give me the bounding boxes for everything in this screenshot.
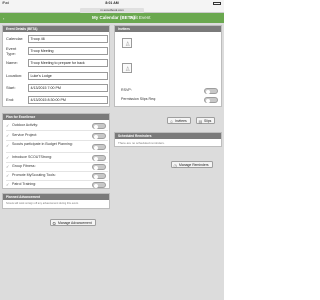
invitees-button-label: Invitees <box>175 119 187 123</box>
field-label: Event Type: <box>6 46 17 56</box>
planned-advancement-panel: Planned Advancement Scouts will work on/… <box>2 193 110 209</box>
group-fitness-toggle[interactable] <box>92 164 106 170</box>
manage-reminders-button[interactable]: ◷ Manage Reminders <box>171 161 213 168</box>
person-icon: ♙ <box>125 66 131 73</box>
scheduled-reminders-panel: Scheduled Reminders There are no schedul… <box>114 132 222 147</box>
main-content: Event Details (BETA) Calendar: Troop 46 … <box>0 23 224 300</box>
manage-advancement-label: Manage Advancement <box>58 221 92 225</box>
check-icon: ✓ <box>6 164 10 169</box>
event-details-panel: Event Details (BETA) Calendar: Troop 46 … <box>2 25 110 107</box>
myscouting-tools-toggle[interactable] <box>92 173 106 179</box>
event-type-input[interactable]: Troop Meeting <box>28 47 108 55</box>
permission-slips-toggle[interactable] <box>204 97 218 103</box>
reminders-header: Scheduled Reminders <box>115 133 221 139</box>
check-icon: ✓ <box>6 155 10 160</box>
scoutstrong-toggle[interactable] <box>92 155 106 161</box>
invitees-header: Invitees <box>115 26 221 32</box>
name-input[interactable]: Troop Meeting to prepare for back <box>28 59 108 67</box>
end-input[interactable]: 4/13/2015 8:30:00 PM <box>28 96 108 104</box>
invitees-button[interactable]: ☺ Invitees <box>167 117 191 124</box>
plan-item-outdoor-activity: ✓ Outdoor Activity: <box>6 121 108 131</box>
field-label: Start: <box>6 85 16 90</box>
app-header: ‹ My Calendar (BETA) Edit Event <box>0 13 224 23</box>
invitees-panel: Invitees ♙ ♙ RSVP: Permission Slips Req: <box>114 25 222 107</box>
battery-icon <box>213 2 221 5</box>
calendar-input[interactable]: Troop 46 <box>28 35 108 43</box>
field-label: Name: <box>6 60 18 65</box>
person-icon: ♙ <box>125 41 131 48</box>
permission-slips-label: Permission Slips Req: <box>121 97 157 101</box>
manage-advancement-button[interactable]: ✪ Manage Advancement <box>50 219 96 226</box>
plan-item-label: Scouts participate in Budget Planning: <box>12 142 73 146</box>
clock-icon: ◷ <box>173 162 178 168</box>
start-input[interactable]: 4/13/2015 7:00 PM <box>28 84 108 92</box>
plan-item-label: Patrol Training: <box>12 182 37 186</box>
plan-item-label: Outdoor Activity: <box>12 123 39 127</box>
rsvp-label: RSVP: <box>121 88 132 92</box>
outdoor-activity-toggle[interactable] <box>92 123 106 129</box>
calendar-title[interactable]: My Calendar (BETA) <box>92 14 135 22</box>
plan-item-budget-planning: ✓ Scouts participate in Budget Planning: <box>6 141 108 153</box>
rsvp-toggle[interactable] <box>204 88 218 94</box>
permission-slips-row: Permission Slips Req: <box>118 95 220 105</box>
slips-button-label: Slips <box>204 119 212 123</box>
clock-label: 8:01 AM <box>105 1 119 5</box>
plan-item-patrol-training: ✓ Patrol Training: <box>6 180 108 190</box>
plan-item-label: Promote MyScouting Tools: <box>12 173 56 177</box>
field-label: Location: <box>6 73 23 78</box>
advancement-empty-text: Scouts will work on/sign off any advance… <box>6 201 79 205</box>
check-icon: ✓ <box>6 182 10 187</box>
status-bar: iPad 8:01 AM <box>0 0 224 7</box>
budget-planning-toggle[interactable] <box>92 144 106 150</box>
manage-reminders-label: Manage Reminders <box>179 163 209 167</box>
patrol-training-toggle[interactable] <box>92 182 106 188</box>
field-label: End: <box>6 97 15 102</box>
check-icon: ✓ <box>6 123 10 128</box>
check-icon: ✓ <box>6 173 10 178</box>
page-title: Edit Event <box>130 15 151 20</box>
plan-header: Plan for Excellence <box>3 114 109 120</box>
invitee-avatar: ♙ <box>122 38 132 48</box>
invitee-avatar: ♙ <box>122 63 132 73</box>
location-input[interactable]: Luke's Lodge <box>28 72 108 80</box>
event-details-header: Event Details (BETA) <box>3 26 109 32</box>
document-icon: ▤ <box>198 118 203 124</box>
slips-button[interactable]: ▤ Slips <box>196 117 216 124</box>
plan-item-service-project: ✓ Service Project: <box>6 131 108 141</box>
back-button[interactable]: ‹ <box>3 16 4 21</box>
advancement-header: Planned Advancement <box>3 194 109 200</box>
people-icon: ☺ <box>169 118 174 124</box>
service-project-toggle[interactable] <box>92 133 106 139</box>
plan-for-excellence-panel: Plan for Excellence ✓ Outdoor Activity: … <box>2 113 110 189</box>
check-icon: ✓ <box>6 133 10 138</box>
reminders-empty-text: There are no scheduled reminders. <box>118 141 165 145</box>
check-icon: ✓ <box>6 143 10 148</box>
plan-item-label: Service Project: <box>12 133 38 137</box>
url-field[interactable]: m.scoutbook.com <box>80 7 144 13</box>
plan-item-label: Introduce SCOUTStrong: <box>12 155 53 159</box>
field-label: Calendar: <box>6 36 24 41</box>
plan-item-label: Group Fitness: <box>12 164 36 168</box>
badge-icon: ✪ <box>52 220 56 226</box>
